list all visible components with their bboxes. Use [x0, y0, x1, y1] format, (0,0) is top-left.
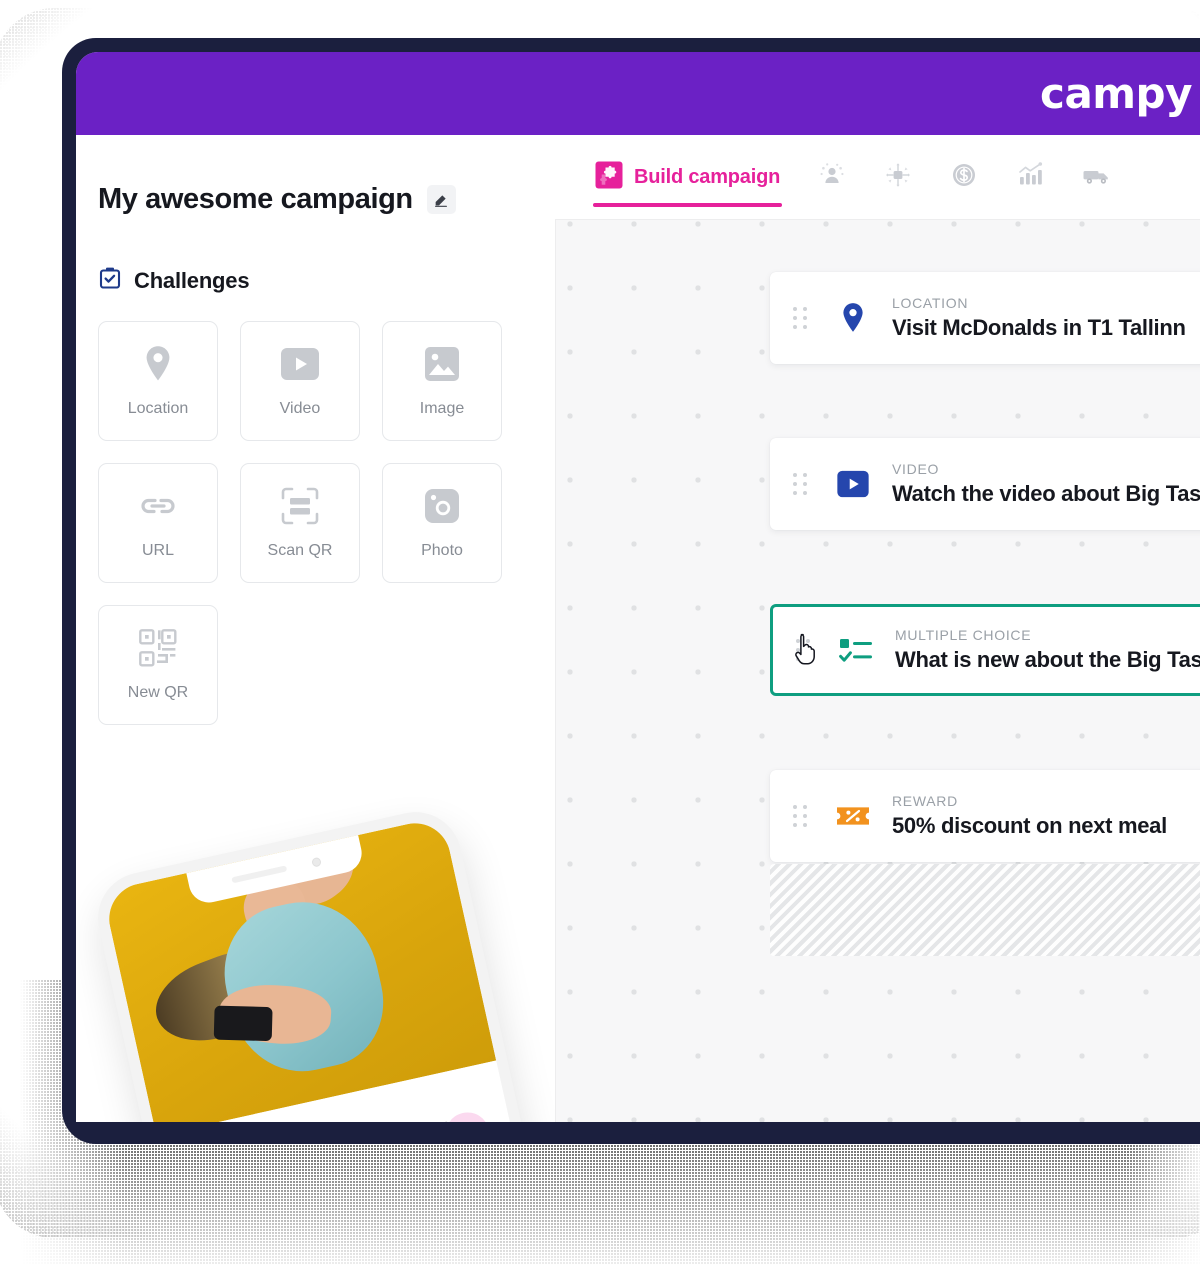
- phone-body: Euronics Free JBL headphones: [89, 803, 555, 1122]
- link-icon: [138, 486, 178, 526]
- puzzle-icon: [595, 161, 623, 194]
- node-kicker: LOCATION: [892, 295, 969, 311]
- image-icon: [422, 344, 462, 384]
- node-title: 50% discount on next meal: [892, 813, 1167, 838]
- phone-screen: Euronics Free JBL headphones: [102, 816, 555, 1122]
- section-title: Challenges: [134, 267, 250, 293]
- video-play-icon: [830, 470, 876, 498]
- palette-tile-label: Image: [419, 400, 465, 417]
- drag-handle[interactable]: [773, 607, 833, 693]
- palette-tile-photo[interactable]: Photo: [382, 463, 502, 583]
- palette-tile-image[interactable]: Image: [382, 321, 502, 441]
- palette-tile-url[interactable]: URL: [98, 463, 218, 583]
- targeting-icon: [884, 161, 912, 194]
- palette-tile-label: URL: [141, 542, 174, 559]
- tab-audience[interactable]: [818, 135, 846, 219]
- video-play-icon: [280, 344, 320, 384]
- canvas-node-video[interactable]: VIDEO Watch the video about Big Tasty: [770, 438, 1200, 530]
- node-text: REWARD 50% discount on next meal: [876, 793, 1167, 839]
- drag-dots-icon: [792, 805, 808, 827]
- canvas-node-location[interactable]: LOCATION Visit McDonalds in T1 Tallinn: [770, 272, 1200, 364]
- node-kicker: REWARD: [892, 793, 958, 809]
- app-shell: My awesome campaign Challenges Location …: [76, 135, 1200, 1122]
- drag-dots-icon: [792, 307, 808, 329]
- campaign-title-row: My awesome campaign: [76, 135, 555, 216]
- campaign-canvas[interactable]: LOCATION Visit McDonalds in T1 Tallinn V…: [555, 219, 1200, 1122]
- camera-icon: [422, 486, 462, 526]
- tab-delivery[interactable]: [1082, 135, 1112, 219]
- node-text: VIDEO Watch the video about Big Tasty: [876, 461, 1200, 507]
- drag-handle[interactable]: [770, 438, 830, 530]
- notch-speaker: [230, 865, 287, 884]
- notch-camera: [310, 856, 322, 868]
- canvas-node-reward[interactable]: REWARD 50% discount on next meal: [770, 770, 1200, 862]
- palette-tile-new-qr[interactable]: New QR: [98, 605, 218, 725]
- tab-budget[interactable]: [950, 135, 978, 219]
- tab-label: Build campaign: [634, 165, 781, 188]
- dollar-coin-icon: [950, 161, 978, 194]
- drag-dots-icon: [792, 473, 808, 495]
- palette-tile-label: Location: [127, 400, 189, 417]
- tab-analytics[interactable]: [1016, 135, 1044, 219]
- drag-dots-icon: [795, 639, 811, 661]
- qr-code-icon: [138, 628, 178, 668]
- palette-tile-label: Video: [279, 400, 321, 417]
- tab-build-campaign[interactable]: Build campaign: [592, 135, 783, 219]
- drag-handle[interactable]: [770, 272, 830, 364]
- pencil-icon[interactable]: [426, 185, 456, 214]
- bar-chart-icon: [1016, 161, 1044, 194]
- node-kicker: MULTIPLE CHOICE: [895, 627, 1032, 643]
- map-pin-icon: [138, 344, 178, 384]
- scan-qr-icon: [280, 486, 320, 526]
- tab-targeting[interactable]: [884, 135, 912, 219]
- campaign-tabbar: Build campaign: [555, 135, 1200, 219]
- canvas-node-multiple-choice[interactable]: MULTIPLE CHOICE What is new about the Bi…: [770, 604, 1200, 696]
- drag-handle[interactable]: [770, 770, 830, 862]
- checklist-icon: [833, 636, 879, 664]
- palette-tile-label: Scan QR: [267, 542, 333, 559]
- node-title: Watch the video about Big Tasty: [892, 481, 1200, 506]
- clipboard-check-icon: [98, 266, 122, 295]
- browser-viewport: campy My awesome campaign Challenges Loc…: [76, 52, 1200, 1122]
- screenshot-stage: campy My awesome campaign Challenges Loc…: [0, 0, 1200, 1264]
- node-title: What is new about the Big Tasty?: [895, 647, 1200, 672]
- map-pin-icon: [830, 302, 876, 334]
- sidebar: My awesome campaign Challenges Location …: [76, 135, 555, 1122]
- audience-icon: [818, 161, 846, 194]
- node-kicker: VIDEO: [892, 461, 940, 477]
- node-text: LOCATION Visit McDonalds in T1 Tallinn: [876, 295, 1186, 341]
- palette-tile-scan-qr[interactable]: Scan QR: [240, 463, 360, 583]
- palette-tile-location[interactable]: Location: [98, 321, 218, 441]
- challenge-palette: Location Video Image URL Scan QR Photo N…: [76, 295, 555, 725]
- node-text: MULTIPLE CHOICE What is new about the Bi…: [879, 627, 1200, 673]
- node-dropzone-placeholder[interactable]: [770, 864, 1200, 956]
- node-title: Visit McDonalds in T1 Tallinn: [892, 315, 1186, 340]
- truck-icon: [1082, 161, 1112, 194]
- ticket-percent-icon: [830, 804, 876, 828]
- palette-tile-label: Photo: [421, 542, 463, 559]
- browser-frame: campy My awesome campaign Challenges Loc…: [62, 38, 1200, 1144]
- canvas-column: Build campaign LOCATION Visit McDonalds …: [555, 135, 1200, 1122]
- page-title: My awesome campaign: [98, 183, 413, 215]
- phone-preview-mockup: Euronics Free JBL headphones: [89, 797, 555, 1122]
- app-topbar: campy: [76, 52, 1200, 135]
- challenges-section-header: Challenges: [76, 216, 555, 295]
- palette-tile-video[interactable]: Video: [240, 321, 360, 441]
- palette-tile-label: New QR: [127, 684, 189, 701]
- campy-logo: campy: [1040, 69, 1192, 118]
